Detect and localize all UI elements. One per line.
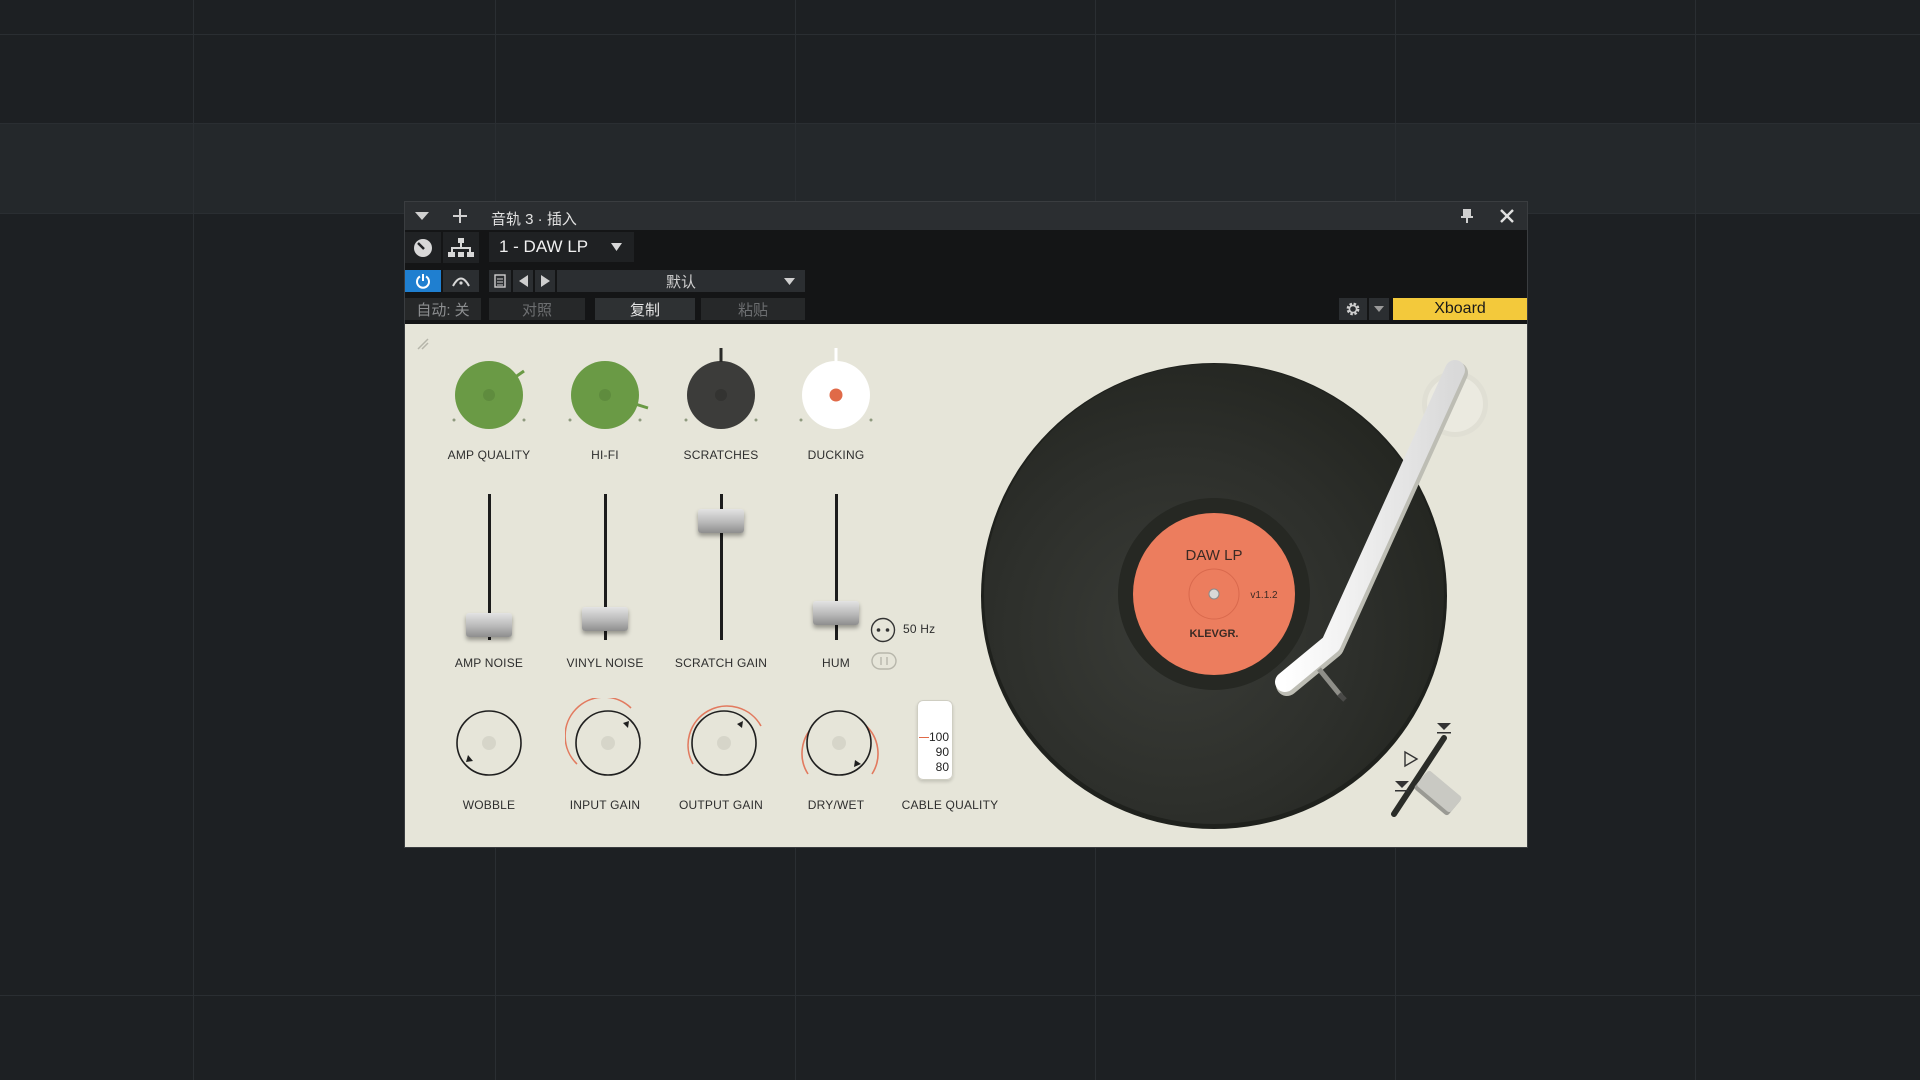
speed-controls[interactable] [1391,723,1463,817]
hum-label: HUM [822,656,850,670]
chevron-down-icon [1374,306,1384,312]
scratches-label: SCRATCHES [683,448,759,462]
grid-line [0,995,1920,996]
pin-icon[interactable] [1456,205,1478,227]
hi-fi-label: HI-FI [591,448,619,462]
input-gain-knob[interactable] [565,698,651,784]
settings-button[interactable] [1339,298,1367,320]
daw-lp-plugin: AMP QUALITY HI-FI SCRATCHES DUCKING 50 H… [405,324,1527,847]
dry-wet-knob[interactable] [796,698,884,784]
automation-off-button[interactable]: 自动: 关 [405,298,481,320]
vinyl-noise-fader-handle[interactable] [582,607,628,631]
automation-curve-icon [452,277,470,287]
preset-selector[interactable]: 1 - DAW LP [489,232,634,262]
cable-tick-80: 80 [935,760,949,774]
copy-button[interactable]: 复制 [595,298,695,320]
paste-button[interactable]: 粘贴 [701,298,805,320]
amp-noise-label: AMP NOISE [454,656,524,670]
scratches-knob[interactable] [684,346,758,432]
prev-preset-button[interactable] [513,270,533,292]
amp-quality-label: AMP QUALITY [447,448,531,462]
chevron-down-icon [784,278,795,285]
amp-noise-fader-handle[interactable] [466,613,512,637]
cable-quality-needle [919,737,929,738]
document-icon [494,274,506,288]
preset-file-button[interactable] [489,270,511,292]
klevgr-logo: KLEVGR. [1190,628,1239,640]
grid-line [1695,0,1696,1080]
spindle-icon [1208,588,1220,600]
preset-slot-dropdown[interactable]: 默认 [557,270,805,292]
grid-line [0,123,1920,124]
resize-corner-icon[interactable] [417,338,429,350]
grid-line [0,34,1920,35]
grid-line [193,0,194,1080]
daw-track-band [0,123,1920,213]
window-title: 音轨 3 · 插入 [491,211,577,228]
arrow-left-icon [518,275,528,287]
title-bar: 音轨 3 · 插入 [405,202,1527,230]
gear-icon [1346,302,1360,316]
wobble-knob[interactable] [449,703,529,783]
record-title: DAW LP [1186,547,1243,564]
routing-button[interactable] [443,232,479,263]
dry-wet-label: DRY/WET [807,798,865,812]
hum-50hz-selector-icon[interactable] [870,617,896,643]
hi-fi-knob[interactable] [568,358,650,432]
plugin-dial-icon [414,238,432,257]
vinyl-noise-label: VINYL NOISE [566,656,644,670]
preset-slot-label: 默认 [665,273,696,291]
output-gain-knob[interactable] [681,698,767,784]
turntable: DAW LP v1.1.2 KLEVGR. [981,360,1488,829]
collapse-dropdown-icon[interactable] [411,205,433,227]
chevron-down-icon [611,243,622,251]
ducking-knob[interactable] [799,346,873,432]
power-button[interactable] [405,270,441,292]
cable-tick-90: 90 [935,745,949,759]
plugin-window: 音轨 3 · 插入 1 - DAW LP 默认 自动: 关 对照 复制 粘贴 X… [404,201,1528,848]
scratch-gain-fader-handle[interactable] [698,509,744,533]
arrow-right-icon [540,275,550,287]
automation-button[interactable] [443,270,479,292]
next-preset-button[interactable] [535,270,555,292]
amp-quality-knob[interactable] [452,358,526,432]
input-gain-label: INPUT GAIN [569,798,641,812]
hum-frequency-label: 50 Hz [903,622,936,636]
record-version: v1.1.2 [1250,590,1278,601]
ducking-label: DUCKING [807,448,865,462]
hum-fader-handle[interactable] [813,601,859,625]
preset-name: 1 - DAW LP [499,237,589,256]
settings-dropdown[interactable] [1369,298,1389,320]
plugin-icon-button[interactable] [405,232,441,263]
output-gain-label: OUTPUT GAIN [679,798,763,812]
cable-tick-100: 100 [928,730,949,744]
xboard-button[interactable]: Xboard [1393,298,1527,320]
wobble-label: WOBBLE [462,798,516,812]
close-icon[interactable] [1496,205,1518,227]
add-icon[interactable] [449,205,471,227]
cable-quality-meter[interactable]: 100 90 80 [917,700,953,780]
scratch-gain-label: SCRATCH GAIN [674,656,768,670]
power-icon [416,274,430,289]
routing-icon [448,237,474,257]
compare-button[interactable]: 对照 [489,298,585,320]
